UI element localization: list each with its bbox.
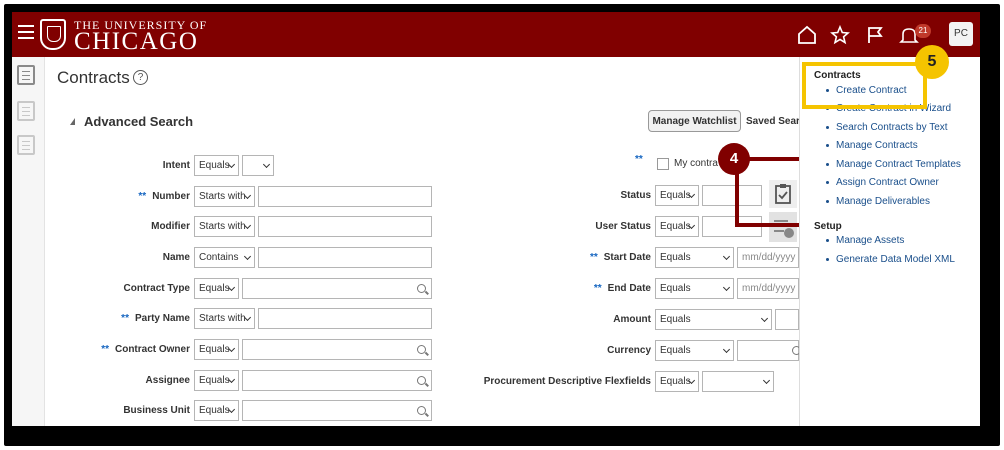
setup-task-link[interactable]: Generate Data Model XML xyxy=(826,254,955,265)
manage-watchlist-button[interactable]: Manage Watchlist xyxy=(648,110,741,132)
currency-label: Currency xyxy=(607,345,651,356)
start-date-input[interactable]: mm/dd/yyyy xyxy=(737,247,799,268)
field-label: Assignee xyxy=(145,375,190,386)
field-label: Business Unit xyxy=(123,405,190,416)
field-label: Intent xyxy=(162,160,190,171)
procurement-operator-select[interactable]: Equals xyxy=(655,371,699,392)
field-label: ** Number xyxy=(138,191,190,202)
user-status-operator-select[interactable]: Equals xyxy=(655,216,699,237)
end-date-label: ** End Date xyxy=(593,283,651,294)
document-list-icon[interactable] xyxy=(17,135,35,155)
lookup-search-icon[interactable] xyxy=(417,284,426,293)
field-input[interactable] xyxy=(242,370,432,391)
operator-select[interactable]: Contains xyxy=(194,247,255,268)
step5-badge: 5 xyxy=(915,45,949,79)
field-input[interactable] xyxy=(242,400,432,421)
task-link[interactable]: Manage Deliverables xyxy=(826,196,930,207)
status-operator-select[interactable]: Equals xyxy=(655,185,699,206)
currency-operator-select[interactable]: Equals xyxy=(655,340,734,361)
start-date-operator-select[interactable]: Equals xyxy=(655,247,734,268)
procurement-value-select[interactable] xyxy=(702,371,774,392)
page-title: Contracts xyxy=(57,68,130,87)
callout-highlight-step5 xyxy=(802,62,927,109)
field-label: Modifier xyxy=(151,221,190,232)
home-icon[interactable] xyxy=(796,24,818,46)
field-label: ** Contract Owner xyxy=(101,344,190,355)
operator-select[interactable]: Equals xyxy=(194,278,239,299)
amount-label: Amount xyxy=(613,314,651,325)
my-contracts-label: My contra xyxy=(674,158,718,169)
search-panel-icon[interactable] xyxy=(17,65,35,85)
field-input[interactable] xyxy=(258,186,432,207)
operator-select[interactable]: Starts with xyxy=(194,308,255,329)
setup-task-link[interactable]: Manage Assets xyxy=(825,235,904,246)
field-input[interactable] xyxy=(258,308,432,329)
lookup-search-icon[interactable] xyxy=(417,345,426,354)
currency-input[interactable] xyxy=(737,340,799,361)
field-label: Contract Type xyxy=(123,283,191,294)
task-link[interactable]: Assign Contract Owner xyxy=(826,177,939,188)
edit-document-icon[interactable] xyxy=(17,101,35,121)
left-rail xyxy=(12,57,45,426)
watchlist-flag-icon[interactable] xyxy=(864,24,886,46)
lookup-search-icon[interactable] xyxy=(417,376,426,385)
university-shield-logo xyxy=(40,19,66,50)
field-input[interactable] xyxy=(242,339,432,360)
step4-badge: 4 xyxy=(718,143,750,175)
collapse-triangle-icon[interactable] xyxy=(70,118,75,125)
procurement-flexfields-label: Procurement Descriptive Flexfields xyxy=(483,376,651,387)
amount-operator-select[interactable]: Equals xyxy=(655,309,772,330)
operator-select[interactable]: Equals xyxy=(194,370,239,391)
status-label: Status xyxy=(620,190,651,201)
task-link[interactable]: Search Contracts by Text xyxy=(826,122,948,133)
field-label: Name xyxy=(162,252,190,263)
task-link[interactable]: Manage Contract Templates xyxy=(826,159,961,170)
advanced-search-title: Advanced Search xyxy=(84,114,194,129)
my-contracts-checkbox[interactable] xyxy=(657,158,669,170)
lookup-search-icon[interactable] xyxy=(417,406,426,415)
logo-line2: CHICAGO xyxy=(74,28,199,55)
saved-search-label: Saved Searc xyxy=(746,116,806,127)
end-date-operator-select[interactable]: Equals xyxy=(655,278,734,299)
operator-select[interactable]: Starts with xyxy=(194,186,255,207)
field-input[interactable] xyxy=(258,247,432,268)
field-label: ** Party Name xyxy=(121,313,190,324)
field-input[interactable] xyxy=(242,278,432,299)
operator-select[interactable]: Equals xyxy=(194,155,239,176)
amount-input[interactable] xyxy=(775,309,799,330)
tasks-setup-heading: Setup xyxy=(814,221,842,232)
end-date-input[interactable]: mm/dd/yyyy xyxy=(737,278,799,299)
start-date-label: ** Start Date xyxy=(589,252,651,263)
favorites-star-icon[interactable] xyxy=(829,24,851,46)
global-header: THE UNIVERSITY OF CHICAGO 21 PC xyxy=(12,12,980,57)
app-window: THE UNIVERSITY OF CHICAGO 21 PC Contract… xyxy=(12,12,980,426)
notification-count-badge: 21 xyxy=(915,24,931,38)
intent-value-select[interactable] xyxy=(242,155,274,176)
user-avatar[interactable]: PC xyxy=(949,22,973,46)
operator-select[interactable]: Equals xyxy=(194,400,239,421)
hamburger-menu-icon[interactable] xyxy=(18,25,34,41)
user-status-label: User Status xyxy=(595,221,651,232)
task-link[interactable]: Manage Contracts xyxy=(826,140,918,151)
field-input[interactable] xyxy=(258,216,432,237)
operator-select[interactable]: Starts with xyxy=(194,216,255,237)
operator-select[interactable]: Equals xyxy=(194,339,239,360)
my-contracts-required-marker: ** xyxy=(635,154,643,165)
help-icon[interactable]: ? xyxy=(133,70,148,85)
